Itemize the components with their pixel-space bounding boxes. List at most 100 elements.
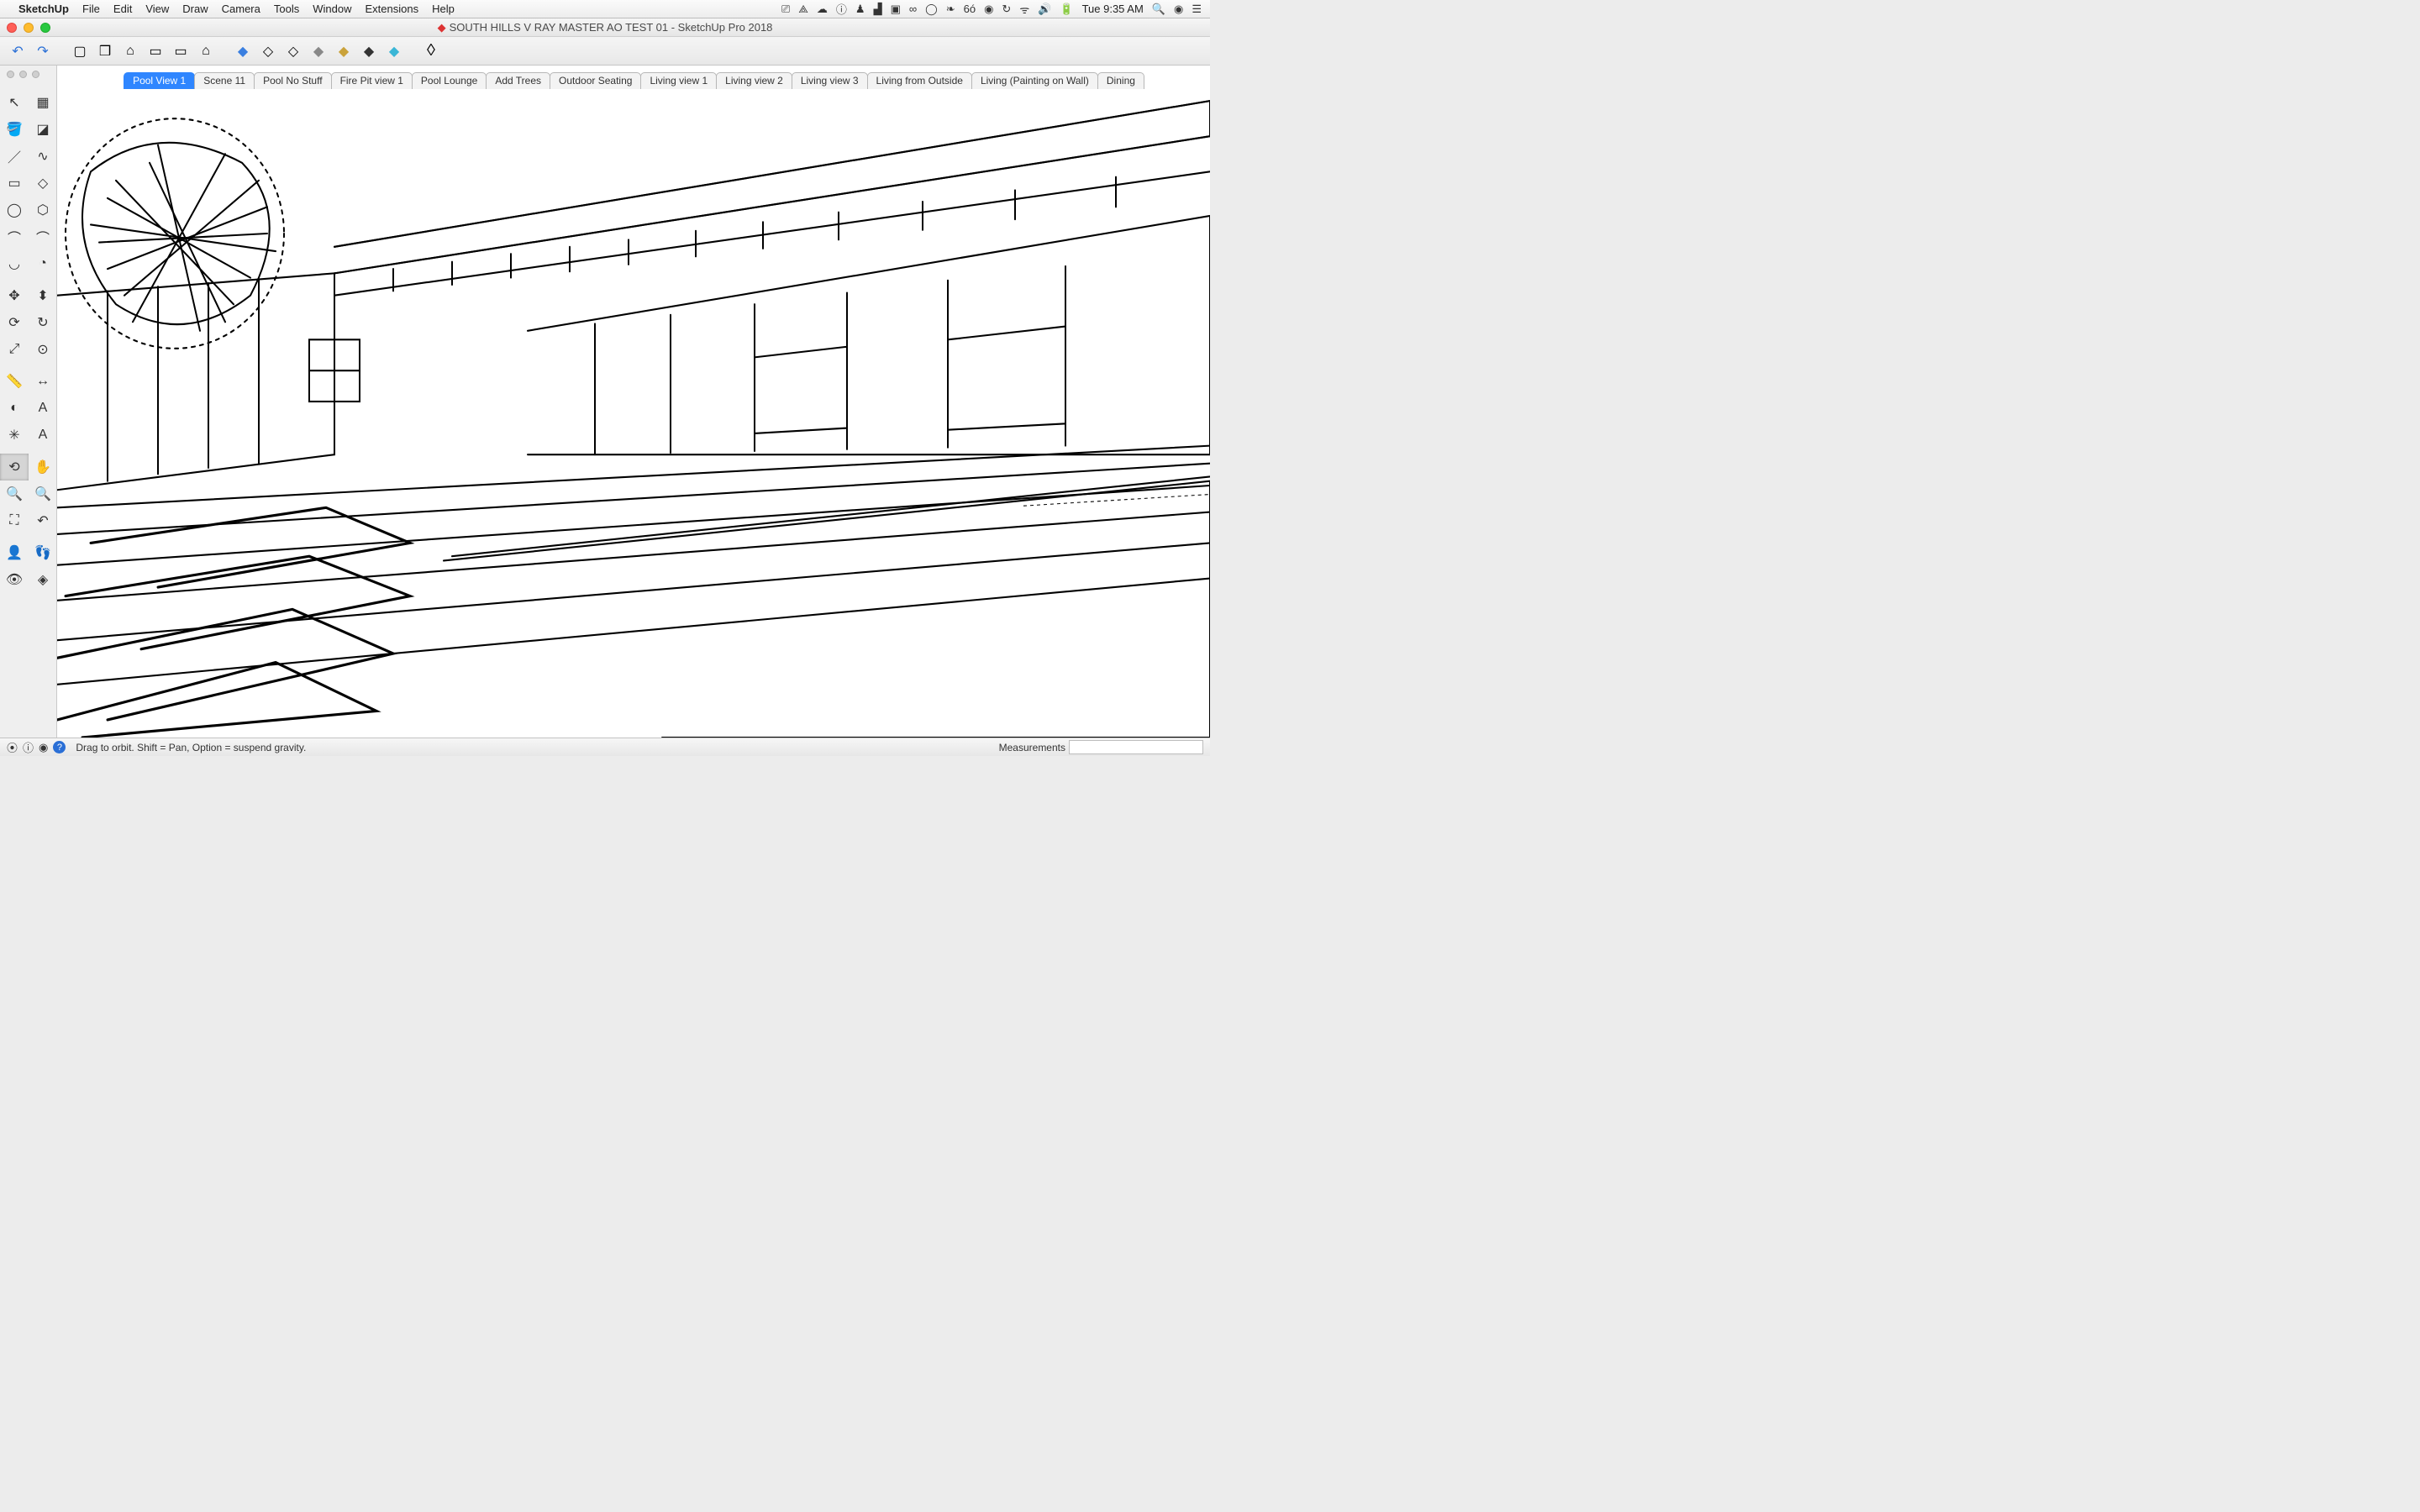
scene-tab[interactable]: Pool No Stuff (254, 72, 332, 89)
paint-bucket-tool[interactable]: 🪣 (0, 116, 29, 143)
toolbar-cube-icon[interactable]: ❒ (94, 40, 116, 62)
scene-tab[interactable]: Scene 11 (194, 72, 255, 89)
app-menu[interactable]: SketchUp (18, 3, 69, 15)
spotlight-icon[interactable]: 🔍 (1152, 3, 1165, 16)
status-app2-icon[interactable]: ▟ (874, 3, 882, 16)
model-viewport[interactable] (57, 66, 1210, 738)
toolbar-house-icon[interactable]: ⌂ (119, 40, 141, 62)
menu-window[interactable]: Window (313, 3, 351, 15)
pushpull-tool[interactable]: ⬍ (29, 282, 57, 309)
menu-edit[interactable]: Edit (113, 3, 132, 15)
walk-tool[interactable]: 👣 (29, 539, 57, 566)
line-tool[interactable]: ／ (0, 143, 29, 170)
minimize-button[interactable] (24, 23, 34, 33)
menu-draw[interactable]: Draw (182, 3, 208, 15)
lookaround-tool[interactable]: 👁 (0, 566, 29, 593)
zoom-tool[interactable]: 🔍 (0, 480, 29, 507)
toolbar-house2-icon[interactable]: ⌂ (195, 40, 217, 62)
text-tool[interactable]: A (29, 395, 57, 422)
3dtext-tool[interactable]: A (29, 422, 57, 449)
undo-button[interactable]: ↶ (7, 40, 29, 62)
status-info-icon[interactable]: ⓘ (836, 1, 847, 17)
measurements-input[interactable] (1069, 740, 1203, 754)
status-camera-icon[interactable]: ⎚ (781, 3, 790, 16)
style-mono-icon[interactable]: ◆ (308, 40, 329, 62)
rotated-rect-tool[interactable]: ◇ (29, 170, 57, 197)
rotate-tool[interactable]: ⟳ (0, 309, 29, 336)
pan-tool[interactable]: ✋ (29, 454, 57, 480)
menu-extensions[interactable]: Extensions (365, 3, 418, 15)
status-dropbox-icon[interactable]: ⟁ (798, 3, 808, 16)
followme-tool[interactable]: ↻ (29, 309, 57, 336)
freehand-tool[interactable]: ∿ (29, 143, 57, 170)
scene-tab[interactable]: Dining (1097, 72, 1144, 89)
pie-tool[interactable]: ◔ (29, 250, 57, 277)
position-camera-tool[interactable]: 👤 (0, 539, 29, 566)
scene-tab[interactable]: Living view 2 (716, 72, 792, 89)
status-evernote-icon[interactable]: ❧ (946, 3, 955, 16)
panel-zoom-dot[interactable] (32, 71, 39, 78)
protractor-tool[interactable]: ◐ (0, 395, 29, 422)
zoom-button[interactable] (40, 23, 50, 33)
panel-min-dot[interactable] (19, 71, 27, 78)
status-wifi-icon[interactable]: ᯤ (1019, 2, 1029, 17)
scene-tab[interactable]: Living (Painting on Wall) (971, 72, 1098, 89)
toolbar-file2-icon[interactable]: ▭ (170, 40, 192, 62)
status-infinity-icon[interactable]: ∞ (909, 3, 917, 15)
select-tool[interactable]: ↖ (0, 89, 29, 116)
style-back-icon[interactable]: ◆ (383, 40, 405, 62)
tape-tool[interactable]: 📏 (0, 368, 29, 395)
dimension-tool[interactable]: ↔ (29, 368, 57, 395)
scene-tab[interactable]: Fire Pit view 1 (331, 72, 413, 89)
rectangle-tool[interactable]: ▭ (0, 170, 29, 197)
scene-tab[interactable]: Living from Outside (867, 72, 972, 89)
toolbar-box-icon[interactable]: ▢ (69, 40, 91, 62)
polygon-tool[interactable]: ⬡ (29, 197, 57, 223)
offset-tool[interactable]: ⊙ (29, 336, 57, 363)
help-icon[interactable]: ? (53, 741, 66, 753)
scene-tab[interactable]: Pool Lounge (412, 72, 487, 89)
scene-tab[interactable]: Living view 3 (792, 72, 868, 89)
profile-icon[interactable]: ◉ (39, 741, 48, 754)
status-history-icon[interactable]: ↻ (1002, 3, 1011, 16)
status-record-icon[interactable]: ◉ (984, 3, 993, 16)
arc3-tool[interactable]: ◡ (0, 250, 29, 277)
menu-view[interactable]: View (145, 3, 169, 15)
menu-file[interactable]: File (82, 3, 100, 15)
close-button[interactable] (7, 23, 17, 33)
panel-close-dot[interactable] (7, 71, 14, 78)
redo-button[interactable]: ↷ (32, 40, 54, 62)
style-hidden-icon[interactable]: ◇ (282, 40, 304, 62)
scale-tool[interactable]: ⤢ (0, 336, 29, 363)
arc-tool[interactable]: ⌒ (0, 223, 29, 250)
notification-center-icon[interactable]: ☰ (1192, 3, 1202, 16)
status-cloud-icon[interactable]: ☁ (817, 3, 828, 16)
menu-help[interactable]: Help (432, 3, 455, 15)
style-shaded-icon[interactable]: ◆ (232, 40, 254, 62)
toolbar-file1-icon[interactable]: ▭ (145, 40, 166, 62)
status-battery-icon[interactable]: 🔋 (1060, 3, 1073, 16)
scene-tab[interactable]: Pool View 1 (124, 72, 195, 89)
circle-tool[interactable]: ◯ (0, 197, 29, 223)
axes-tool[interactable]: ✳ (0, 422, 29, 449)
status-circle-icon[interactable]: ◯ (925, 3, 938, 16)
menubar-clock[interactable]: Tue 9:35 AM (1082, 3, 1144, 15)
eraser-tool[interactable]: ◪ (29, 116, 57, 143)
previous-tool[interactable]: ↶ (29, 507, 57, 534)
status-panel-icon[interactable]: ▣ (891, 3, 901, 16)
credits-icon[interactable]: ⓘ (23, 739, 34, 755)
menu-tools[interactable]: Tools (274, 3, 299, 15)
scene-tab[interactable]: Add Trees (486, 72, 550, 89)
style-xray-icon[interactable]: ◆ (358, 40, 380, 62)
geo-location-icon[interactable]: ⦿ (7, 739, 18, 755)
orbit-tool[interactable]: ⟲ (0, 454, 29, 480)
status-app1-icon[interactable]: ♟ (855, 3, 865, 16)
siri-icon[interactable]: ◉ (1174, 3, 1183, 16)
scene-tab[interactable]: Outdoor Seating (550, 72, 641, 89)
status-volume-icon[interactable]: 🔊 (1038, 3, 1051, 16)
move-tool[interactable]: ✥ (0, 282, 29, 309)
scene-tab[interactable]: Living view 1 (640, 72, 717, 89)
status-glasses-icon[interactable]: 6ó (964, 3, 976, 15)
style-wire-icon[interactable]: ◇ (257, 40, 279, 62)
zoom-window-tool[interactable]: 🔍 (29, 480, 57, 507)
